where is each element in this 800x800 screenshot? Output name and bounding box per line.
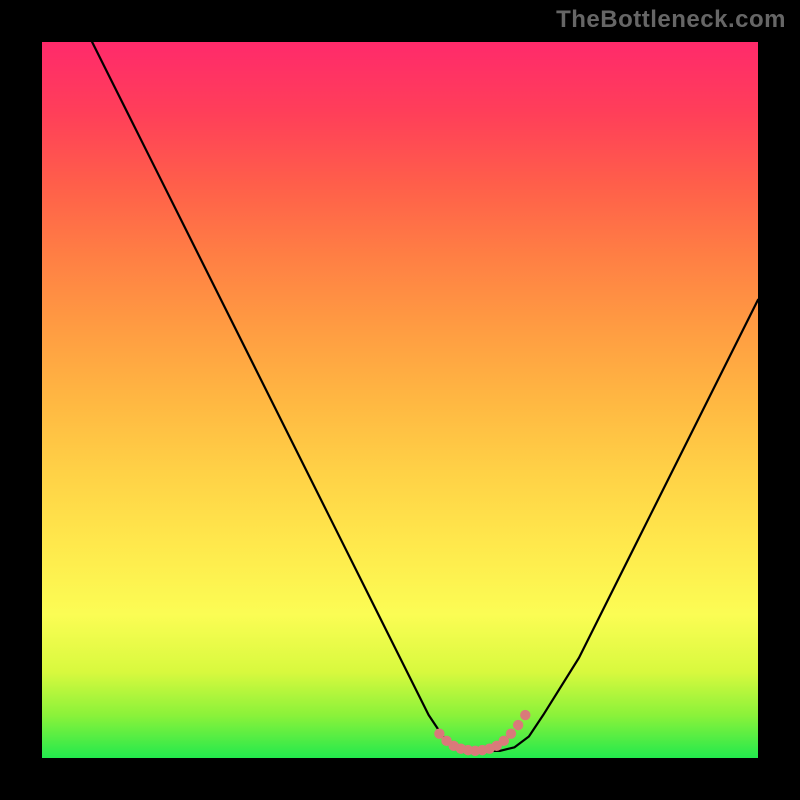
sweet-spot-dot [520,710,530,720]
sweet-spot-marker [434,710,530,756]
sweet-spot-dot [513,720,523,730]
watermark-text: TheBottleneck.com [556,6,786,34]
curve-svg [42,42,758,758]
chart-container: TheBottleneck.com [0,0,800,800]
plot-area [42,42,758,758]
sweet-spot-dot [506,728,516,738]
bottleneck-curve [92,42,758,751]
